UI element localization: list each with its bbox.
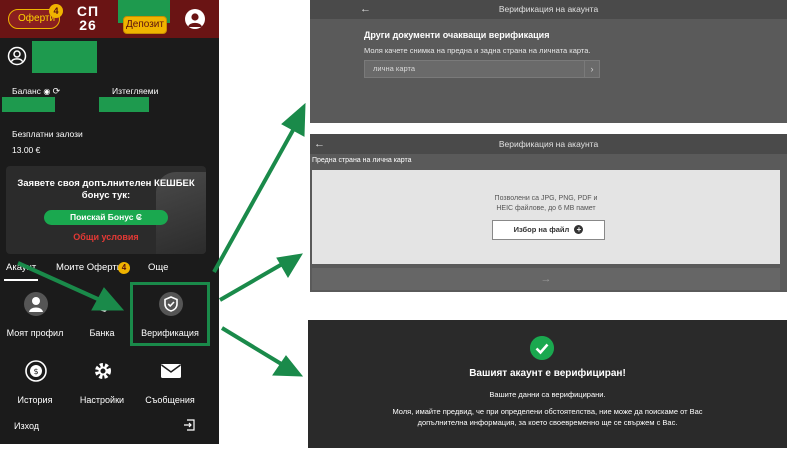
arrow-head [272,355,304,377]
select-value: лична карта [373,64,416,73]
documents-instructions: Моля качете снимка на предна и задна стр… [364,46,591,55]
tile-my-profile[interactable]: Моят профил [3,292,67,348]
profile-icon [24,292,48,316]
next-arrow-button[interactable]: → [312,268,780,290]
back-arrow-icon[interactable]: ← [360,0,371,19]
chevron-right-icon[interactable]: › [584,61,599,77]
choose-file-button[interactable]: Избор на файл + [492,220,605,240]
tile-settings[interactable]: Настройки [70,359,134,415]
tab-account[interactable]: Акаунт [6,260,36,276]
cashback-promo-card: Заявете своя допълнителен КЕШБЕК бонус т… [6,166,206,254]
file-drop-zone[interactable]: Позволени са JPG, PNG, PDF и HEIC файлов… [312,170,780,264]
allowed-formats-text: Позволени са JPG, PNG, PDF и HEIC файлов… [494,195,598,212]
history-icon: $ [25,360,47,382]
claim-bonus-button[interactable]: Поискай Бонус ₢ [44,210,168,225]
arrow-to-screen2-line [218,261,286,302]
offers-count-badge: 4 [118,262,130,274]
user-icon [7,46,27,66]
screen-title: Верификация на акаунта [498,139,599,149]
tile-label: Банка [89,328,115,338]
arrow-head [276,253,303,278]
logo-line-2: 26 [79,17,97,33]
free-bets-value: 13.00 € [12,145,41,155]
envelope-icon [161,364,181,378]
balance-label: Баланс ◉ ⟳ [12,86,61,96]
svg-text:$: $ [33,367,38,376]
success-title: Вашият акаунт е верифициран! [469,368,626,379]
screen-title: Верификация на акаунта [498,4,599,14]
tab-more[interactable]: Още [148,260,168,276]
check-circle-icon [530,336,554,360]
top-bar: Оферти 4 СП 26 Депозит [0,0,219,38]
promo-text: Заявете своя допълнителен КЕШБЕК бонус т… [17,178,195,201]
logo-line-1: СП [76,3,100,19]
back-arrow-icon[interactable]: ← [314,134,325,154]
terms-link[interactable]: Общи условия [6,232,206,242]
success-notice: Моля, имайте предвид, че при определени … [392,407,703,427]
tab-my-offers[interactable]: Моите Оферти [56,260,122,276]
tile-history[interactable]: $ История [3,359,67,415]
tile-label: Съобщения [145,395,195,405]
tile-label: История [17,395,53,405]
active-tab-indicator [4,279,38,281]
screen-header: ← Верификация на акаунта [310,0,787,19]
user-avatar-icon[interactable] [185,9,205,29]
tile-label: Моят профил [6,328,64,338]
eye-icon[interactable]: ◉ [43,87,50,96]
account-tabs: Акаунт Моите Оферти 4 Още [0,260,219,281]
offers-count-badge: 4 [49,4,63,18]
document-type-select[interactable]: лична карта › [364,60,600,78]
redaction-mask [2,97,55,112]
brand-logo[interactable]: СП 26 [71,4,105,32]
free-bets-label: Безплатни залози [12,129,83,139]
bank-icon [93,301,113,312]
screen-header: ← Верификация на акаунта [310,134,787,154]
redaction-mask [32,41,97,73]
arrow-to-screen3-line [220,326,285,367]
success-message: Вашите данни са верифицирани. [489,390,606,399]
verification-documents-screen: ← Верификация на акаунта Други документи… [310,0,787,123]
verified-success-screen: Вашият акаунт е верифициран! Вашите данн… [308,320,787,448]
logout-link[interactable]: Изход [14,421,39,431]
mobile-account-menu: Оферти 4 СП 26 Депозит Баланс ◉ ⟳ Изтегл… [0,0,219,444]
upload-field-label: Предна страна на лична карта [312,157,412,164]
redaction-mask [99,97,149,112]
documents-title: Други документи очакващи верификация [364,30,550,40]
deposit-button[interactable]: Депозит [123,16,167,34]
withdrawable-label: Изтегляеми [112,86,159,96]
file-upload-screen: ← Верификация на акаунта Предна страна н… [310,134,787,292]
refresh-icon[interactable]: ⟳ [53,86,61,96]
tile-messages[interactable]: Съобщения [138,359,202,415]
tile-label: Настройки [79,395,125,405]
tile-bank[interactable]: Банка [70,292,134,348]
plus-circle-icon: + [574,225,584,234]
logout-icon[interactable] [183,419,195,431]
arrow-head [281,102,306,137]
arrow-to-screen1-line [212,122,299,273]
gear-icon [95,363,111,379]
highlight-box [130,282,210,346]
